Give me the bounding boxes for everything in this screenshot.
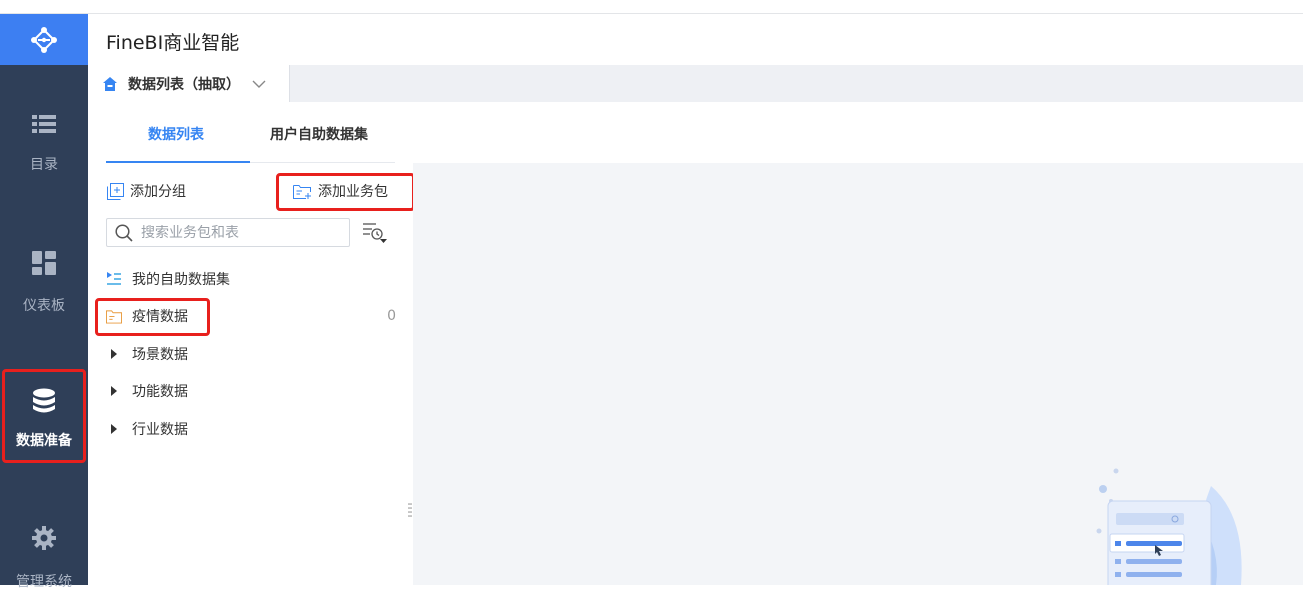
caret-right-icon[interactable]	[106, 346, 122, 362]
sidebar-item-admin[interactable]: 管理系统	[0, 525, 88, 591]
app-title: FineBI商业智能	[106, 32, 240, 54]
add-package-button[interactable]: 添加业务包	[293, 181, 388, 201]
package-tab[interactable]: 数据列表（抽取）	[88, 65, 290, 102]
database-icon	[33, 388, 55, 413]
home-icon	[103, 76, 117, 91]
sidebar-item-label: 数据准备	[16, 433, 72, 449]
folder-icon	[106, 308, 122, 324]
sidebar-item-data-prep[interactable]: 数据准备	[0, 388, 88, 450]
sidebar-item-label: 仪表板	[23, 298, 65, 314]
item-count: 0	[387, 308, 396, 324]
add-group-label: 添加分组	[130, 184, 186, 200]
tab-self-service-dataset[interactable]: 用户自助数据集	[270, 124, 368, 144]
tree-item-scenario-data[interactable]: 场景数据	[106, 343, 396, 365]
add-package-label: 添加业务包	[318, 184, 388, 200]
tree-item-label: 疫情数据	[132, 309, 188, 325]
top-strip	[0, 0, 1303, 14]
sidebar-item-dashboard[interactable]: 仪表板	[0, 251, 88, 315]
add-package-icon	[293, 184, 311, 199]
data-list-panel: 数据列表 用户自助数据集 添加分组 添加业务包 搜索业务包和表 我的自助数据集 …	[88, 102, 413, 585]
search-icon	[115, 223, 133, 242]
logo-icon	[31, 26, 57, 53]
gear-icon	[32, 526, 56, 550]
search-input[interactable]	[141, 224, 341, 241]
sidebar-item-label: 目录	[30, 157, 58, 173]
dashboard-icon	[32, 251, 56, 275]
panel-resize-handle[interactable]	[408, 502, 412, 518]
search-field[interactable]	[106, 218, 350, 247]
tree-item-label: 功能数据	[132, 384, 188, 400]
content-header	[413, 102, 1303, 163]
chevron-down-icon[interactable]	[252, 79, 266, 89]
tab-data-list[interactable]: 数据列表	[148, 124, 204, 144]
package-tab-bar: 数据列表（抽取）	[88, 65, 1303, 102]
sidebar-item-label: 管理系统	[16, 574, 72, 590]
sidebar-item-catalog[interactable]: 目录	[0, 114, 88, 174]
caret-right-icon[interactable]	[106, 421, 122, 437]
tree-item-industry-data[interactable]: 行业数据	[106, 418, 396, 440]
empty-state-illustration	[1096, 468, 1242, 585]
tree-item-label: 我的自助数据集	[132, 272, 230, 288]
self-dataset-icon	[106, 271, 122, 287]
tree-item-epidemic-data[interactable]: 疫情数据 0	[106, 305, 396, 327]
filter-clock-icon	[363, 223, 387, 243]
active-tab-indicator	[106, 161, 250, 163]
caret-right-icon[interactable]	[106, 383, 122, 399]
tree-item-label: 行业数据	[132, 422, 188, 438]
filter-sort-button[interactable]	[362, 222, 388, 248]
package-tab-label: 数据列表（抽取）	[128, 76, 240, 93]
add-group-button[interactable]: 添加分组	[107, 181, 186, 201]
content-area	[413, 163, 1303, 585]
tree-item-function-data[interactable]: 功能数据	[106, 380, 396, 402]
app-header: FineBI商业智能	[88, 14, 1303, 65]
tree-item-label: 场景数据	[132, 347, 188, 363]
add-group-icon	[107, 182, 124, 200]
sidebar: 目录 仪表板 数据准备 管理系统	[0, 14, 88, 590]
sub-tab-bar: 数据列表 用户自助数据集	[106, 102, 395, 163]
tree-item-self-dataset[interactable]: 我的自助数据集	[106, 268, 396, 290]
logo[interactable]	[0, 14, 88, 65]
list-icon	[32, 115, 56, 133]
